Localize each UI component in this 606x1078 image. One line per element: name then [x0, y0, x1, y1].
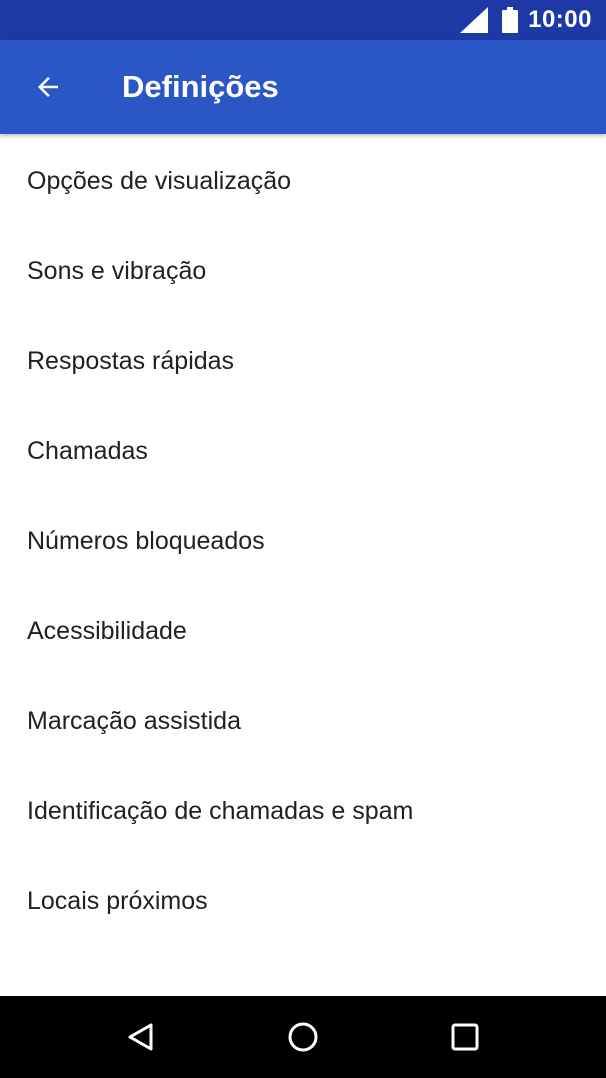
settings-item-display-options[interactable]: Opções de visualização — [0, 136, 606, 226]
settings-item-quick-responses[interactable]: Respostas rápidas — [0, 316, 606, 406]
settings-item-label: Locais próximos — [27, 886, 208, 915]
settings-item-assisted-dialing[interactable]: Marcação assistida — [0, 676, 606, 766]
settings-item-accessibility[interactable]: Acessibilidade — [0, 586, 606, 676]
settings-item-label: Respostas rápidas — [27, 346, 235, 375]
battery-icon — [502, 7, 519, 33]
navigation-bar — [0, 996, 606, 1078]
back-triangle-icon — [128, 1023, 153, 1051]
settings-item-label: Chamadas — [27, 436, 148, 465]
nav-home-button[interactable] — [263, 996, 343, 1078]
settings-item-label: Acessibilidade — [27, 616, 187, 645]
settings-item-label: Sons e vibração — [27, 256, 207, 285]
page-title: Definições — [122, 69, 279, 104]
settings-list: Opções de visualização Sons e vibração R… — [0, 136, 606, 946]
settings-item-blocked-numbers[interactable]: Números bloqueados — [0, 496, 606, 586]
home-circle-icon — [288, 1022, 318, 1052]
status-bar: 10:00 — [0, 0, 606, 40]
settings-item-label: Marcação assistida — [27, 706, 241, 735]
app-bar: Definições — [0, 40, 606, 134]
settings-item-sounds-vibration[interactable]: Sons e vibração — [0, 226, 606, 316]
recents-square-icon — [451, 1023, 479, 1051]
nav-back-button[interactable] — [101, 996, 181, 1078]
settings-item-label: Opções de visualização — [27, 166, 292, 195]
status-time: 10:00 — [528, 6, 592, 33]
nav-recents-button[interactable] — [425, 996, 505, 1078]
settings-item-caller-id-spam[interactable]: Identificação de chamadas e spam — [0, 766, 606, 856]
back-button[interactable] — [0, 40, 96, 134]
settings-item-label: Números bloqueados — [27, 526, 265, 555]
settings-item-calls[interactable]: Chamadas — [0, 406, 606, 496]
signal-icon — [460, 7, 489, 33]
settings-screen: 10:00 Definições Opções de visualização … — [0, 0, 606, 1078]
settings-item-label: Identificação de chamadas e spam — [27, 796, 414, 825]
settings-item-nearby-places[interactable]: Locais próximos — [0, 856, 606, 946]
arrow-back-icon — [38, 77, 58, 97]
